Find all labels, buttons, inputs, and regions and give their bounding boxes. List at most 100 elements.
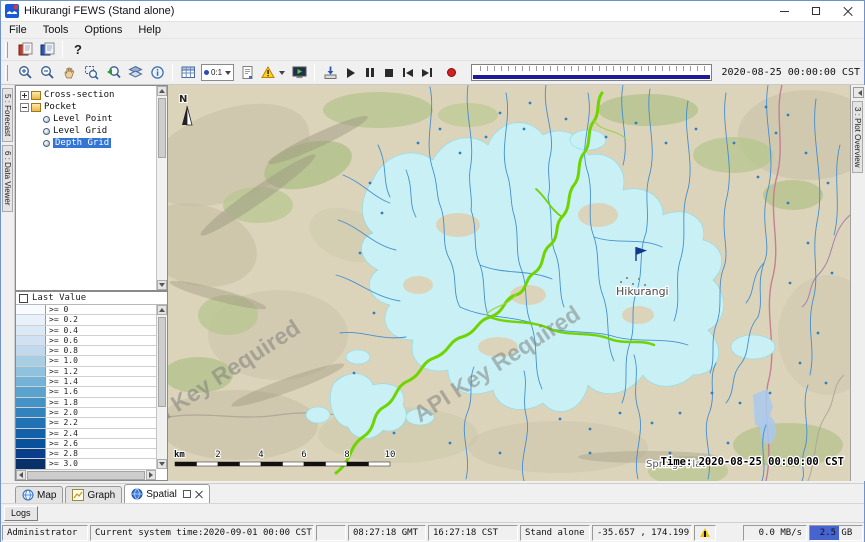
zoom-in-button[interactable] — [14, 63, 36, 83]
undock-icon[interactable] — [183, 490, 191, 498]
chevron-down-icon — [279, 71, 285, 78]
legend-swatch — [16, 387, 46, 396]
timeseries-dialog-button[interactable] — [236, 63, 258, 83]
minimize-button[interactable] — [768, 1, 800, 21]
data-viewer-panel: Cross-section Pocket Level Point Level G… — [15, 85, 168, 481]
play-button[interactable] — [341, 64, 360, 82]
display-icon — [292, 65, 307, 80]
layers-icon — [128, 65, 143, 80]
zoom-previous-button[interactable] — [102, 63, 124, 83]
time-slider[interactable] — [471, 64, 711, 81]
tab-data-viewer[interactable]: 6 : Data Viewer — [2, 145, 13, 212]
legend-row: >= 2.8 — [16, 449, 156, 459]
map-time-label: Time: 2020-08-25 00:00:00 CST — [661, 456, 844, 468]
toolbar-separator — [62, 41, 63, 58]
chart-icon — [72, 489, 84, 501]
grid-display-button[interactable] — [177, 63, 199, 83]
legend-hscrollbar[interactable] — [16, 469, 156, 480]
record-button[interactable] — [442, 64, 461, 82]
thresholds-button[interactable] — [258, 63, 288, 83]
animation-display-button[interactable] — [288, 63, 310, 83]
pause-button[interactable] — [360, 64, 379, 82]
scroll-up-icon[interactable] — [157, 305, 167, 315]
maximize-button[interactable] — [800, 1, 832, 21]
tab-plot-overview[interactable]: 3 : Plot Overview — [852, 101, 863, 173]
red-document-icon — [18, 42, 33, 57]
last-value-checkbox[interactable] — [19, 294, 28, 303]
close-tab-icon[interactable] — [195, 490, 203, 498]
bottom-tab-bar: Map Graph Spatial — [1, 483, 864, 503]
play-icon — [347, 68, 355, 78]
scroll-thumb[interactable] — [27, 471, 145, 480]
legend-row: >= 2.0 — [16, 408, 156, 418]
logs-button[interactable]: Logs — [4, 506, 38, 521]
scroll-right-icon[interactable] — [146, 470, 156, 480]
last-frame-button[interactable] — [417, 64, 436, 82]
toolbar-separator — [172, 64, 173, 81]
scroll-down-icon[interactable] — [157, 459, 167, 469]
stop-button[interactable] — [379, 64, 398, 82]
collapse-icon[interactable] — [20, 103, 29, 112]
pause-icon — [366, 68, 374, 77]
layers-button[interactable] — [124, 63, 146, 83]
open-forecast-button[interactable] — [14, 40, 36, 60]
zoom-in-icon — [18, 65, 33, 80]
collapse-panel-icon[interactable] — [853, 87, 864, 98]
tree-scrollbar[interactable] — [156, 86, 167, 290]
blue-document-icon — [40, 42, 55, 57]
status-mode: Stand alone — [520, 525, 590, 541]
main-area: 5 : Forecast 6 : Data Viewer Cross-secti… — [1, 85, 865, 481]
legend-swatch — [16, 377, 46, 386]
tab-label: Spatial — [146, 489, 177, 500]
menu-file[interactable]: File — [1, 23, 35, 37]
menu-help[interactable]: Help — [130, 23, 169, 37]
tree-item-level-grid[interactable]: Level Grid — [16, 125, 167, 137]
status-blank — [316, 525, 346, 541]
open-database-button[interactable] — [36, 40, 58, 60]
scale-tick: 8 — [344, 450, 349, 460]
scroll-thumb[interactable] — [158, 317, 166, 407]
legend-list: >= 0>= 0.2>= 0.4>= 0.6>= 0.8>= 1.0>= 1.2… — [16, 305, 156, 469]
export-animation-button[interactable] — [319, 63, 341, 83]
tab-map[interactable]: Map — [15, 486, 63, 503]
close-icon — [843, 6, 853, 16]
legend-row: >= 2.6 — [16, 439, 156, 449]
menu-options[interactable]: Options — [76, 23, 130, 37]
zoom-out-button[interactable] — [36, 63, 58, 83]
help-button[interactable]: ? — [67, 40, 89, 60]
status-warning[interactable] — [694, 525, 716, 541]
legend-swatch — [16, 418, 46, 427]
layer-node-icon — [43, 128, 50, 135]
scroll-down-icon[interactable] — [157, 280, 167, 290]
scale-tick: 6 — [301, 450, 306, 460]
tree-item-pocket[interactable]: Pocket — [16, 101, 167, 113]
tree-item-cross-section[interactable]: Cross-section — [16, 89, 167, 101]
map-canvas[interactable]: API Key Required API Key Required Hikura… — [168, 85, 850, 481]
scroll-thumb[interactable] — [158, 98, 166, 158]
info-icon — [150, 65, 165, 80]
pan-button[interactable] — [58, 63, 80, 83]
legend-label: >= 2.4 — [46, 429, 78, 438]
class-break-combo[interactable]: 0:1 — [201, 64, 234, 81]
menu-tools[interactable]: Tools — [35, 23, 77, 37]
legend-label: >= 1.0 — [46, 356, 78, 365]
tree-item-depth-grid[interactable]: Depth Grid — [16, 137, 167, 149]
legend-vscrollbar[interactable] — [156, 305, 167, 469]
zoom-extent-button[interactable] — [80, 63, 102, 83]
legend-row: >= 1.0 — [16, 356, 156, 366]
status-coordinates: -35.657 , 174.199 — [592, 525, 692, 541]
legend-swatch — [16, 346, 46, 355]
legend-swatch — [16, 356, 46, 365]
right-tab-strip: 3 : Plot Overview — [850, 85, 865, 481]
close-button[interactable] — [832, 1, 864, 21]
tab-spatial[interactable]: Spatial — [124, 484, 210, 503]
scroll-up-icon[interactable] — [157, 86, 167, 96]
tree-item-level-point[interactable]: Level Point — [16, 113, 167, 125]
first-frame-button[interactable] — [398, 64, 417, 82]
tab-graph[interactable]: Graph — [65, 486, 122, 503]
tab-forecast[interactable]: 5 : Forecast — [2, 88, 13, 142]
legend-row: >= 0.8 — [16, 346, 156, 356]
info-button[interactable] — [146, 63, 168, 83]
scroll-left-icon[interactable] — [16, 470, 26, 480]
expand-icon[interactable] — [20, 91, 29, 100]
